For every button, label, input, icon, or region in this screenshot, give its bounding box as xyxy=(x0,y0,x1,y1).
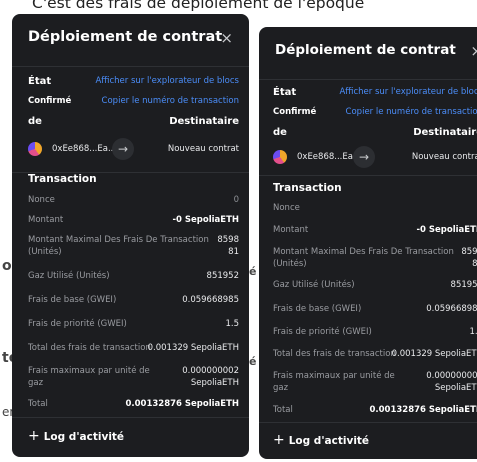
to-label: Destinataire xyxy=(413,127,477,138)
activity-log-label: Log d'activité xyxy=(288,435,370,447)
max-fee-label-unit: (Unités) xyxy=(273,259,307,269)
total-fees-value: 0.001329 SepoliaETH xyxy=(391,349,477,359)
bg-fragment-4: é xyxy=(249,265,257,278)
gas-used-value: 851952 xyxy=(206,271,239,281)
from-address[interactable]: 0xEe868...Ea... xyxy=(297,152,361,162)
panel-header: Déploiement de contrat × xyxy=(259,27,477,79)
max-fee-label-unit: (Unités) xyxy=(28,247,62,257)
base-fee-label: Frais de base (GWEI) xyxy=(28,295,117,305)
from-label: de xyxy=(28,116,42,127)
max-fee-value: 8598 xyxy=(217,235,239,245)
max-fee-value-cont: 81 xyxy=(472,259,477,269)
max-fee-per-gas-row: Frais maximaux par unité de gaz 0.000000… xyxy=(28,365,239,391)
to-label: Destinataire xyxy=(169,116,239,127)
amount-label: Montant xyxy=(273,225,309,235)
divider xyxy=(12,417,249,418)
transaction-heading: Transaction xyxy=(273,182,342,194)
from-label: de xyxy=(273,127,287,138)
max-fee-row: Montant Maximal Des Frais De Transaction… xyxy=(273,246,477,272)
max-fee-value-cont: 81 xyxy=(228,247,239,257)
panel-title: Déploiement de contrat xyxy=(28,29,223,45)
address-row: 0xEe868...Ea... → Nouveau contrat xyxy=(28,138,239,162)
address-row: 0xEe868...Ea... → Nouveau contrat xyxy=(273,146,477,170)
max-fee-per-gas-value: 0.000000002 xyxy=(182,366,239,376)
base-fee-value: 0.059668985 xyxy=(426,304,477,314)
bg-fragment-5: é xyxy=(249,355,257,368)
account-avatar xyxy=(28,142,42,156)
divider xyxy=(12,66,249,67)
panel-title: Déploiement de contrat xyxy=(275,42,456,58)
max-fee-per-gas-label-cont: gaz xyxy=(28,378,44,388)
divider xyxy=(259,79,477,80)
to-new-contract: Nouveau contrat xyxy=(167,144,239,154)
panel-header: Déploiement de contrat × xyxy=(12,14,249,66)
gas-used-label: Gaz Utilisé (Unités) xyxy=(28,271,110,281)
caption-text: C'est des frais de déploiement de l'époq… xyxy=(32,0,365,12)
max-fee-per-gas-row: Frais maximaux par unité de gaz 0.000000… xyxy=(273,370,477,396)
gas-used-value: 851952 xyxy=(450,280,477,290)
contract-deployment-panel-left: Déploiement de contrat × État Afficher s… xyxy=(12,14,249,457)
activity-log-toggle[interactable]: + Log d'activité xyxy=(28,428,124,444)
activity-log-label: Log d'activité xyxy=(43,431,125,443)
total-label: Total xyxy=(28,399,48,409)
max-fee-per-gas-label: Frais maximaux par unité de xyxy=(273,371,395,381)
account-avatar xyxy=(273,150,287,164)
plus-icon: + xyxy=(28,428,40,444)
total-value: 0.00132876 SepoliaETH xyxy=(369,405,477,415)
divider xyxy=(259,175,477,176)
base-fee-value: 0.059668985 xyxy=(182,295,239,305)
explorer-link[interactable]: Afficher sur l'explorateur de blocs xyxy=(339,87,477,97)
arrow-right-icon: → xyxy=(353,146,375,168)
max-fee-per-gas-label-cont: gaz xyxy=(273,383,289,393)
total-label: Total xyxy=(273,405,293,415)
amount-label: Montant xyxy=(28,215,64,225)
max-fee-per-gas-unit: SepoliaETH xyxy=(190,378,239,388)
max-fee-label: Montant Maximal Des Frais De Transaction xyxy=(273,247,454,257)
close-icon[interactable]: × xyxy=(470,44,477,59)
plus-icon: + xyxy=(273,432,285,448)
max-fee-per-gas-label: Frais maximaux par unité de xyxy=(28,366,150,376)
contract-deployment-panel-right: Déploiement de contrat × État Afficher s… xyxy=(259,27,477,459)
nonce-value: 0 xyxy=(233,195,239,205)
priority-fee-value: 1.5 xyxy=(469,327,477,337)
transaction-heading: Transaction xyxy=(28,173,97,185)
total-fees-label: Total des frais de transaction xyxy=(273,349,396,359)
total-fees-value: 0.001329 SepoliaETH xyxy=(147,343,239,353)
status-label: État xyxy=(273,87,297,98)
close-icon[interactable]: × xyxy=(220,31,233,46)
max-fee-row: Montant Maximal Des Frais De Transaction… xyxy=(28,234,239,260)
priority-fee-value: 1.5 xyxy=(225,319,239,329)
amount-value: -0 SepoliaETH xyxy=(172,215,240,225)
max-fee-per-gas-unit: SepoliaETH xyxy=(434,383,477,393)
max-fee-label: Montant Maximal Des Frais De Transaction xyxy=(28,235,209,245)
nonce-label: Nonce xyxy=(273,203,300,213)
to-new-contract: Nouveau contrat xyxy=(411,152,477,162)
total-value: 0.00132876 SepoliaETH xyxy=(125,399,239,409)
activity-log-toggle[interactable]: + Log d'activité xyxy=(273,432,369,448)
explorer-link[interactable]: Afficher sur l'explorateur de blocs xyxy=(95,76,239,86)
amount-value: -0 SepoliaETH xyxy=(416,225,477,235)
copy-tx-link[interactable]: Copier le numéro de transaction xyxy=(346,107,477,117)
nonce-label: Nonce xyxy=(28,195,55,205)
priority-fee-label: Frais de priorité (GWEI) xyxy=(273,327,372,337)
copy-tx-link[interactable]: Copier le numéro de transaction xyxy=(102,96,239,106)
max-fee-per-gas-value: 0.000000002 xyxy=(426,371,477,381)
total-fees-label: Total des frais de transaction xyxy=(28,343,151,353)
status-value: Confirmé xyxy=(273,107,317,117)
priority-fee-label: Frais de priorité (GWEI) xyxy=(28,319,127,329)
status-value: Confirmé xyxy=(28,96,72,106)
status-label: État xyxy=(28,76,52,87)
base-fee-label: Frais de base (GWEI) xyxy=(273,304,362,314)
gas-used-label: Gaz Utilisé (Unités) xyxy=(273,280,355,290)
divider xyxy=(259,422,477,423)
arrow-right-icon: → xyxy=(112,138,134,160)
from-address[interactable]: 0xEe868...Ea... xyxy=(52,144,116,154)
max-fee-value: 8598 xyxy=(461,247,477,257)
